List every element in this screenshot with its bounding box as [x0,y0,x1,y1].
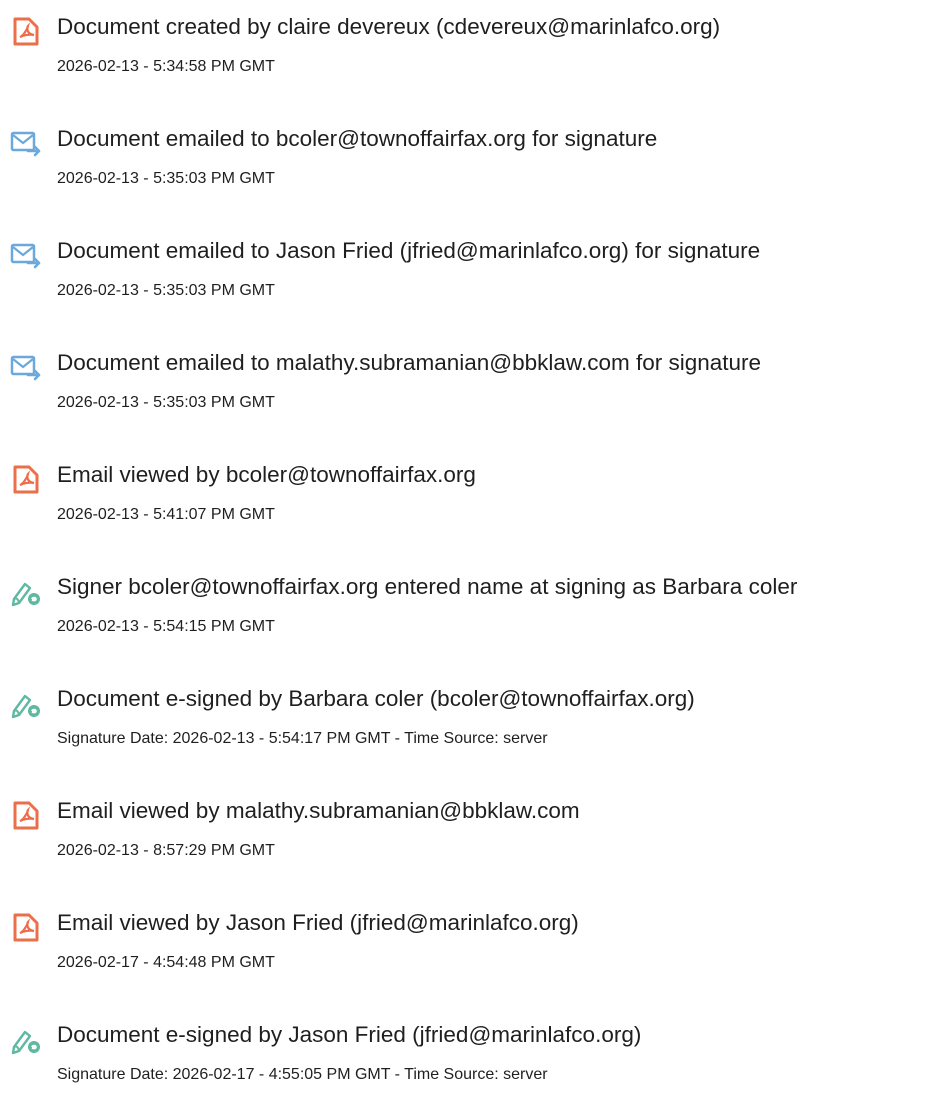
event-timestamp: 2026-02-13 - 5:35:03 PM GMT [57,394,275,411]
acrobat-document-icon [9,14,43,48]
acrobat-document-icon [9,462,43,496]
audit-event: Document emailed to bcoler@townoffairfax… [0,124,935,204]
event-title: Document emailed to Jason Fried (jfried@… [57,238,761,263]
event-timestamp: 2026-02-13 - 5:34:58 PM GMT [57,58,275,75]
audit-event: Document e-signed by Barbara coler (bcol… [0,684,935,764]
event-timestamp: Signature Date: 2026-02-13 - 5:54:17 PM … [57,730,548,747]
event-timestamp: 2026-02-13 - 5:35:03 PM GMT [57,170,275,187]
audit-event: Document emailed to Jason Fried (jfried@… [0,236,935,316]
email-send-icon [9,238,43,272]
audit-event: Email viewed by bcoler@townoffairfax.org… [0,460,935,540]
event-title: Email viewed by Jason Fried (jfried@mari… [57,910,579,935]
acrobat-document-icon [9,798,43,832]
event-title: Email viewed by malathy.subramanian@bbkl… [57,798,580,823]
event-timestamp: 2026-02-17 - 4:54:48 PM GMT [57,954,275,971]
e-sign-pen-icon [9,686,43,720]
email-send-icon [9,126,43,160]
event-title: Document e-signed by Barbara coler (bcol… [57,686,695,711]
event-title: Document emailed to malathy.subramanian@… [57,350,762,375]
audit-event: Document emailed to malathy.subramanian@… [0,348,935,428]
acrobat-document-icon [9,910,43,944]
audit-event: Signer bcoler@townoffairfax.org entered … [0,572,935,652]
event-timestamp: 2026-02-13 - 5:35:03 PM GMT [57,282,275,299]
event-title: Document created by claire devereux (cde… [57,14,721,39]
e-sign-pen-icon [9,574,43,608]
audit-event: Document e-signed by Jason Fried (jfried… [0,1020,935,1100]
event-title: Signer bcoler@townoffairfax.org entered … [57,574,798,599]
event-title: Email viewed by bcoler@townoffairfax.org [57,462,476,487]
e-sign-pen-icon [9,1022,43,1056]
event-title: Document e-signed by Jason Fried (jfried… [57,1022,642,1047]
event-timestamp: 2026-02-13 - 5:54:15 PM GMT [57,618,275,635]
audit-event: Email viewed by malathy.subramanian@bbkl… [0,796,935,876]
event-title: Document emailed to bcoler@townoffairfax… [57,126,658,151]
event-timestamp: Signature Date: 2026-02-17 - 4:55:05 PM … [57,1066,548,1083]
audit-event: Email viewed by Jason Fried (jfried@mari… [0,908,935,988]
email-send-icon [9,350,43,384]
audit-event: Document created by claire devereux (cde… [0,12,935,92]
event-timestamp: 2026-02-13 - 5:41:07 PM GMT [57,506,275,523]
event-timestamp: 2026-02-13 - 8:57:29 PM GMT [57,842,275,859]
